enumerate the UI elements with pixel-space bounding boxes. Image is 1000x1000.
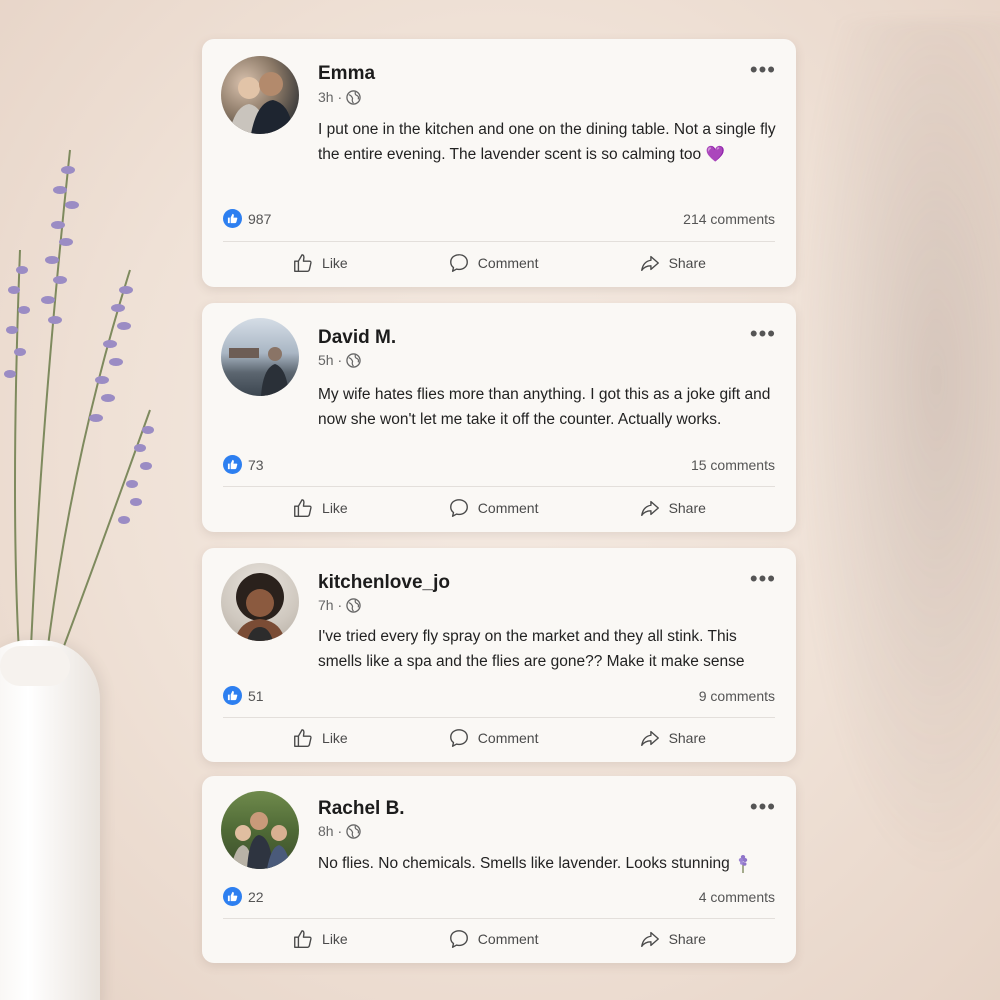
vase-neck (0, 646, 70, 686)
comment-label: Comment (477, 500, 539, 516)
action-bar: Like Comment Share (202, 727, 796, 749)
speech-bubble-icon (449, 729, 468, 747)
globe-icon (346, 597, 361, 613)
more-options-icon[interactable]: ••• (750, 323, 776, 345)
more-options-icon[interactable]: ••• (750, 568, 776, 590)
like-label: Like (322, 730, 348, 746)
speech-bubble-icon (449, 499, 468, 517)
comments-count[interactable]: 214 comments (683, 211, 775, 227)
author-name[interactable]: Emma (318, 63, 375, 85)
like-button[interactable]: Like (292, 497, 348, 519)
post-meta: 3h · (318, 89, 361, 105)
like-label: Like (322, 500, 348, 516)
reaction-summary[interactable]: 22 (223, 887, 264, 906)
like-reaction-icon (223, 209, 242, 228)
reaction-summary[interactable]: 51 (223, 686, 264, 705)
share-arrow-icon (640, 931, 659, 948)
post-card-emma: Emma 3h · ••• I put one in the kitchen a… (202, 39, 796, 287)
action-bar: Like Comment Share (202, 497, 796, 519)
avatar[interactable] (221, 563, 299, 641)
like-count: 73 (248, 456, 264, 473)
post-text-container: No flies. No chemicals. Smells like lave… (318, 851, 778, 876)
post-time[interactable]: 3h · (318, 89, 342, 105)
like-reaction-icon (223, 686, 242, 705)
comment-label: Comment (477, 730, 539, 746)
divider (223, 486, 775, 487)
post-card-david: David M. 5h · ••• My wife hates flies mo… (202, 303, 796, 532)
comments-count[interactable]: 4 comments (699, 889, 775, 905)
reaction-summary[interactable]: 73 (223, 455, 264, 474)
author-name[interactable]: kitchenlove_jo (318, 572, 450, 594)
more-options-icon[interactable]: ••• (750, 796, 776, 818)
more-options-icon[interactable]: ••• (750, 59, 776, 81)
like-label: Like (322, 931, 348, 947)
speech-bubble-icon (449, 930, 468, 948)
comment-button[interactable]: Comment (448, 497, 539, 519)
post-time[interactable]: 7h · (318, 597, 342, 613)
globe-icon (346, 823, 361, 839)
share-button[interactable]: Share (639, 252, 706, 274)
thumbs-up-icon (294, 254, 312, 272)
globe-icon (346, 352, 361, 368)
post-meta: 8h · (318, 823, 361, 839)
like-button[interactable]: Like (292, 928, 348, 950)
white-vase-image (0, 640, 100, 1000)
post-text: No flies. No chemicals. Smells like lave… (318, 855, 730, 872)
like-count: 51 (248, 687, 264, 704)
comments-count[interactable]: 9 comments (699, 688, 775, 704)
like-label: Like (322, 255, 348, 271)
like-reaction-icon (223, 455, 242, 474)
globe-icon (346, 89, 361, 105)
post-time[interactable]: 8h · (318, 823, 342, 839)
share-arrow-icon (640, 255, 659, 272)
post-text: I've tried every fly spray on the market… (318, 628, 745, 670)
lavender-sprigs-image (4, 149, 154, 670)
post-card-rachel: Rachel B. 8h · ••• No flies. No chemical… (202, 776, 796, 963)
reaction-summary[interactable]: 987 (223, 209, 271, 228)
author-name[interactable]: David M. (318, 327, 396, 349)
post-text: I put one in the kitchen and one on the … (318, 121, 776, 163)
divider (223, 918, 775, 919)
comment-button[interactable]: Comment (448, 252, 539, 274)
share-label: Share (668, 255, 706, 271)
post-meta: 7h · (318, 597, 361, 613)
like-button[interactable]: Like (292, 727, 348, 749)
thumbs-up-icon (294, 930, 312, 948)
like-count: 987 (248, 210, 272, 227)
share-arrow-icon (640, 730, 659, 747)
author-name[interactable]: Rachel B. (318, 798, 405, 820)
share-arrow-icon (640, 500, 659, 517)
comment-button[interactable]: Comment (448, 727, 539, 749)
divider (223, 717, 775, 718)
speech-bubble-icon (449, 254, 468, 272)
thumbs-up-icon (294, 499, 312, 517)
background-leaf-shadow (780, 20, 1000, 920)
avatar[interactable] (221, 791, 299, 869)
post-meta: 5h · (318, 352, 361, 368)
avatar[interactable] (221, 56, 299, 134)
lavender-icon (738, 854, 748, 873)
comments-count[interactable]: 15 comments (691, 457, 775, 473)
like-reaction-icon (223, 887, 242, 906)
thumbs-up-icon (294, 729, 312, 747)
like-button[interactable]: Like (292, 252, 348, 274)
divider (223, 241, 775, 242)
comment-label: Comment (477, 931, 539, 947)
post-time[interactable]: 5h · (318, 352, 342, 368)
share-button[interactable]: Share (639, 727, 706, 749)
share-label: Share (668, 931, 706, 947)
action-bar: Like Comment Share (202, 928, 796, 950)
share-label: Share (668, 500, 706, 516)
like-count: 22 (248, 888, 264, 905)
post-text: My wife hates flies more than anything. … (318, 386, 771, 428)
share-button[interactable]: Share (639, 497, 706, 519)
comment-button[interactable]: Comment (448, 928, 539, 950)
post-card-kitchenlove-jo: kitchenlove_jo 7h · ••• I've tried every… (202, 548, 796, 762)
share-button[interactable]: Share (639, 928, 706, 950)
comment-label: Comment (477, 255, 539, 271)
action-bar: Like Comment Share (202, 252, 796, 274)
avatar[interactable] (221, 318, 299, 396)
share-label: Share (668, 730, 706, 746)
